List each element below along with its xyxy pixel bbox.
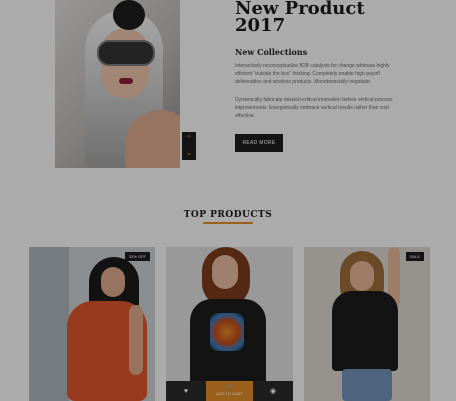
product-2-shirt-print [210,313,244,351]
hero-paragraph-1: Interactively reconceptualize B2B cataly… [235,63,390,85]
discount-badge: 33% OFF [124,252,150,261]
arrow-down-icon[interactable]: ⌄ [186,149,193,157]
product-actions-bar: ♥ 🛒 ADD TO CART ◉ [166,381,293,401]
product-1-arm [129,305,143,375]
read-more-button[interactable]: READ MORE [235,134,283,152]
hero-image [55,0,180,168]
product-3-jeans [342,369,392,401]
eye-icon[interactable]: ◉ [253,381,293,401]
product-3-face [350,261,374,291]
hero-subtitle: New Collections [235,47,308,57]
add-to-cart-button[interactable]: 🛒 ADD TO CART [206,381,253,401]
slider-arrows: ⌃ ⌄ [182,132,196,160]
hero-lips [119,78,133,84]
product-card-1[interactable]: 33% OFF [29,247,155,401]
product-1-background [29,247,69,401]
product-card-2[interactable]: ♥ 🛒 ADD TO CART ◉ [166,247,293,401]
section-underline [203,222,253,224]
product-card-3[interactable]: SALE [304,247,430,401]
sale-badge: SALE [405,252,424,261]
product-2-face [212,255,238,289]
product-1-face [101,267,125,297]
hero-paragraph-2: Dynamically fabricate mission-critical i… [235,97,393,119]
hero-title-line2: 2017 [235,15,286,36]
arrow-up-icon[interactable]: ⌃ [186,135,193,143]
hero-feather [113,0,145,30]
section-title: TOP PRODUCTS [183,210,273,220]
add-to-cart-label: ADD TO CART [216,391,243,396]
product-3-shirt [332,291,398,371]
heart-icon[interactable]: ♥ [166,381,206,401]
hero-title: New Product 2017 [235,0,445,36]
hero-mask [97,40,155,66]
